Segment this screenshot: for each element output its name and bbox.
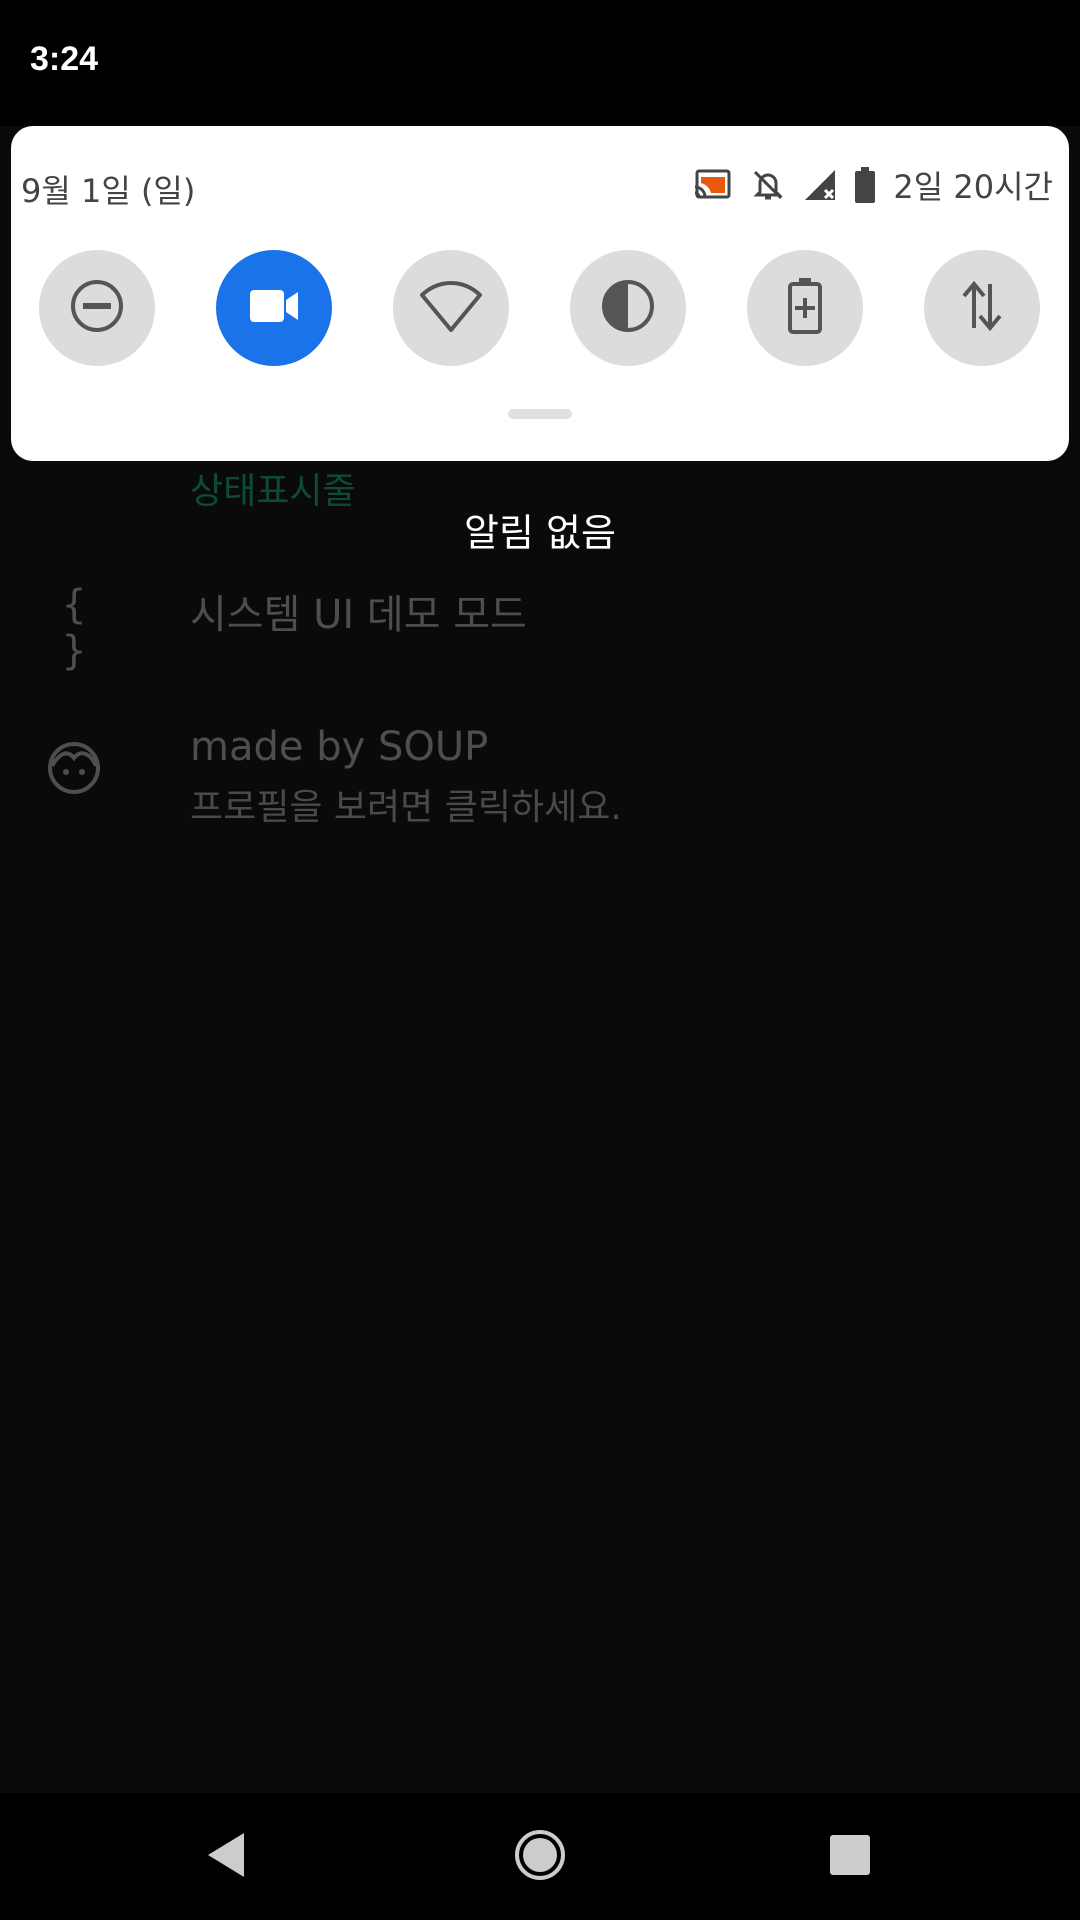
battery-icon: [855, 167, 876, 203]
recents-button[interactable]: [810, 1817, 890, 1897]
list-item-subtitle: 프로필을 보려면 클릭하세요.: [190, 787, 622, 828]
battery-remaining: 2일 20시간: [893, 168, 1053, 206]
home-icon: [514, 1829, 566, 1885]
screen-record-tile[interactable]: [216, 250, 332, 366]
battery-saver-icon: [788, 278, 822, 338]
braces-icon: { }: [61, 582, 87, 674]
cast-icon: [693, 169, 733, 201]
nav-bar: [0, 1793, 1080, 1920]
drag-handle[interactable]: [508, 409, 572, 419]
list-item-demo-mode[interactable]: { } 시스템 UI 데모 모드: [0, 570, 1080, 674]
recents-icon: [829, 1834, 871, 1880]
back-icon: [204, 1831, 248, 1883]
no-notifications-label: 알림 없음: [464, 511, 616, 555]
qs-date: 9월 1일 (일): [21, 172, 196, 210]
invert-colors-tile[interactable]: [570, 250, 686, 366]
list-item-title: made by SOUP: [190, 724, 489, 770]
list-item-title: 시스템 UI 데모 모드: [190, 592, 527, 638]
status-clock: 3:24: [30, 40, 99, 78]
wifi-tile[interactable]: [393, 250, 509, 366]
invert-colors-icon: [600, 278, 656, 338]
wifi-icon: [419, 279, 483, 337]
face-icon: [44, 740, 104, 800]
screen: 3:24 상태표시줄 알림 없음 { } 시스템 UI 데모 모드 made b…: [0, 0, 1080, 1920]
quick-settings-panel: 9월 1일 (일) 2일 20시간: [11, 126, 1069, 461]
list-item-about[interactable]: made by SOUP 프로필을 보려면 클릭하세요.: [0, 720, 1080, 830]
video-camera-icon: [248, 286, 300, 330]
dnd-tile[interactable]: [39, 250, 155, 366]
back-button[interactable]: [186, 1817, 266, 1897]
no-signal-icon: [803, 168, 837, 202]
battery-saver-tile[interactable]: [747, 250, 863, 366]
do-not-disturb-icon: [69, 278, 125, 338]
qs-status-icons: 2일 20시간: [693, 162, 1053, 208]
qs-tiles: [11, 250, 1069, 368]
bell-off-icon: [751, 168, 785, 202]
mobile-data-tile[interactable]: [924, 250, 1040, 366]
status-bar: 3:24: [0, 0, 1080, 126]
home-button[interactable]: [500, 1817, 580, 1897]
data-arrows-icon: [960, 280, 1004, 336]
